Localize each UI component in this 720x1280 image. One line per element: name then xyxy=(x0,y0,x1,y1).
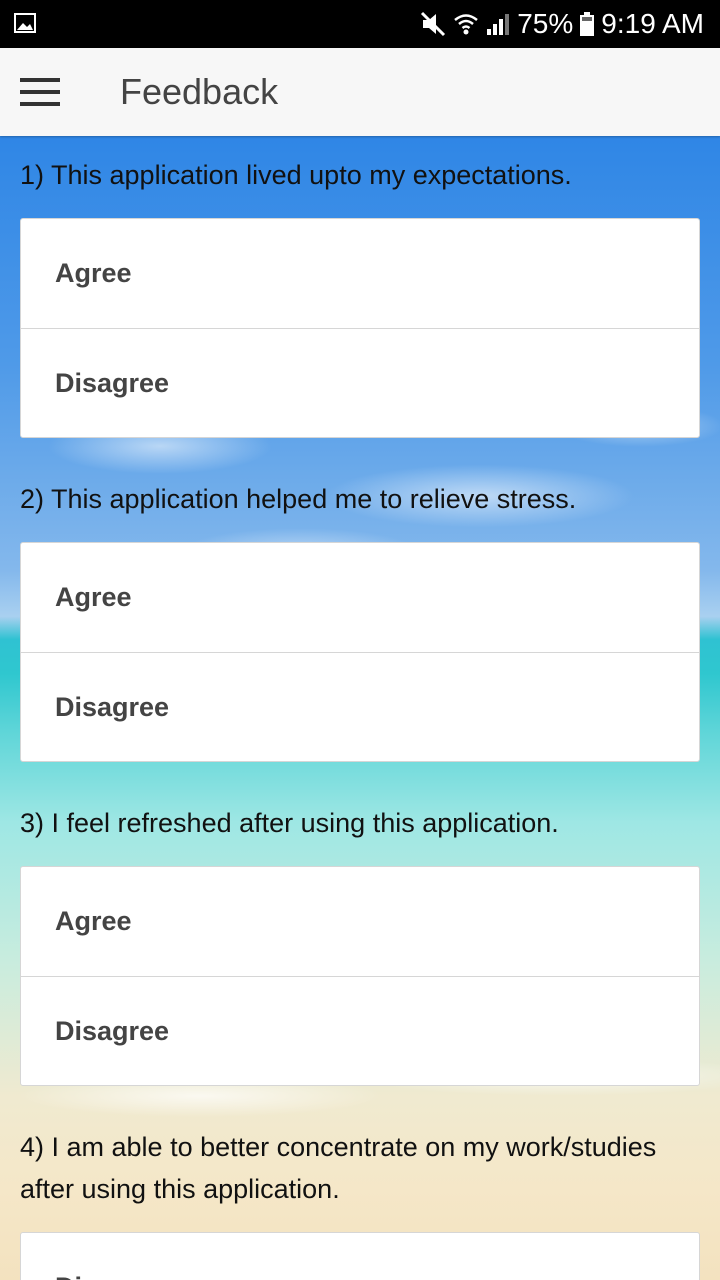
wifi-icon xyxy=(454,14,479,35)
question-1-text: 1) This application lived upto my expect… xyxy=(20,160,572,190)
question-2-text: 2) This application helped me to relieve… xyxy=(20,484,577,514)
question-4-options: Disagree xyxy=(20,1232,700,1280)
status-icons: 75% 9:19 AM xyxy=(419,0,704,48)
question-3-agree-option[interactable]: Agree xyxy=(21,867,699,976)
question-3-options: Agree Disagree xyxy=(20,866,700,1086)
question-1-disagree-option[interactable]: Disagree xyxy=(21,328,699,437)
question-1-options: Agree Disagree xyxy=(20,218,700,438)
clock: 9:19 AM xyxy=(601,8,704,39)
question-3-text: 3) I feel refreshed after using this app… xyxy=(20,808,559,838)
question-4-text: 4) I am able to better concentrate on my… xyxy=(20,1132,657,1204)
question-2-agree-option[interactable]: Agree xyxy=(21,543,699,652)
feedback-form[interactable]: 1) This application lived upto my expect… xyxy=(0,136,720,1280)
page-title: Feedback xyxy=(120,71,279,112)
question-1-agree-option[interactable]: Agree xyxy=(21,219,699,328)
signal-icon xyxy=(487,14,510,35)
battery-icon xyxy=(580,12,595,36)
hamburger-icon[interactable] xyxy=(20,78,60,106)
question-3-disagree-option[interactable]: Disagree xyxy=(21,976,699,1085)
app-bar: Feedback xyxy=(0,48,720,136)
question-4-disagree-option[interactable]: Disagree xyxy=(21,1233,699,1280)
battery-percent: 75% xyxy=(517,8,574,39)
question-2-disagree-option[interactable]: Disagree xyxy=(21,652,699,761)
status-bar: 75% 9:19 AM xyxy=(0,0,720,48)
mute-icon xyxy=(421,11,446,37)
gallery-icon xyxy=(14,13,36,33)
question-2-options: Agree Disagree xyxy=(20,542,700,762)
